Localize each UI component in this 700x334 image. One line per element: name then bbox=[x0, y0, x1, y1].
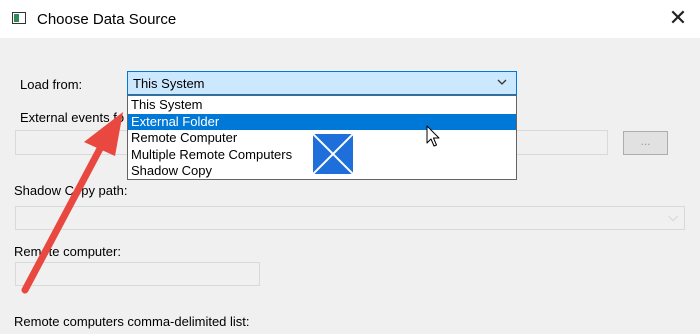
app-window-icon bbox=[12, 12, 26, 24]
load-from-select[interactable]: This System bbox=[127, 71, 517, 95]
mouse-pointer-icon bbox=[426, 125, 440, 147]
remote-computer-field[interactable] bbox=[15, 262, 260, 286]
close-icon[interactable]: ✕ bbox=[664, 3, 692, 33]
load-from-label: Load from: bbox=[20, 77, 83, 92]
chevron-down-icon bbox=[497, 79, 507, 85]
browse-button[interactable]: ... bbox=[623, 131, 668, 155]
remote-computer-label: Remote computer: bbox=[14, 244, 121, 259]
shadow-copy-label: Shadow Copy path: bbox=[14, 183, 128, 198]
option-external-folder[interactable]: External Folder bbox=[128, 113, 516, 130]
external-events-label: External events fo bbox=[20, 110, 125, 125]
window-title: Choose Data Source bbox=[37, 11, 177, 28]
load-from-value: This System bbox=[133, 76, 205, 91]
windows-logo-icon bbox=[313, 134, 353, 174]
remote-list-label: Remote computers comma-delimited list: bbox=[14, 314, 250, 329]
title-bar: Choose Data Source ✕ bbox=[0, 0, 700, 38]
shadow-copy-path-select[interactable]: ⌵ bbox=[15, 206, 685, 230]
chevron-down-icon: ⌵ bbox=[668, 209, 678, 224]
option-this-system[interactable]: This System bbox=[128, 97, 516, 114]
